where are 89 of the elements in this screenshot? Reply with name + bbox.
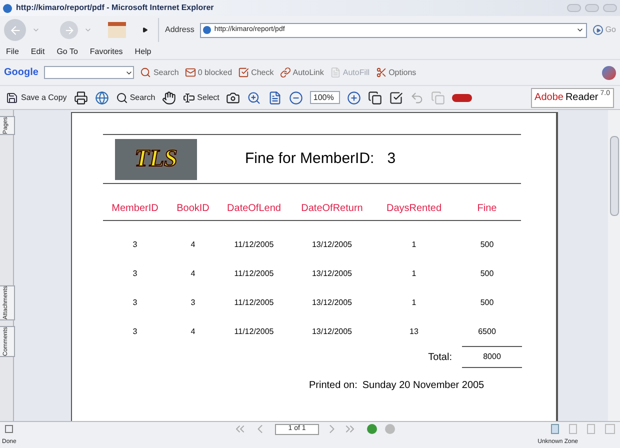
column-header: MemberID [110,202,160,216]
google-toolbar-button[interactable]: Search [140,66,179,78]
table-cell-text: 13/12/2005 [310,296,354,308]
browser-icon [3,4,12,12]
table-cell-text: 1 [410,268,418,280]
continuous-icon[interactable] [569,424,577,434]
column-header: DateOfReturn [300,202,364,216]
fit-page-icon[interactable] [268,90,282,104]
table-cell-text: 13 [408,326,420,338]
google-toolbar-button[interactable]: AutoLink [280,66,324,78]
menu-item[interactable]: File [6,46,19,58]
tls-logo: TLS [115,138,197,180]
toolbar-icon [280,67,291,78]
zoom-in-icon[interactable] [247,90,262,104]
undo-icon[interactable] [410,90,424,104]
camera-icon[interactable] [226,90,240,104]
calendar-icon[interactable] [108,22,126,38]
table-cell-text: 1 [410,296,418,308]
menu-item[interactable]: Go To [56,46,78,58]
back-button[interactable] [4,19,26,41]
window-title: http://kimaro/report/pdf - Microsoft Internet Explorer [16,2,214,14]
toolbar-icon [184,67,196,78]
table-cell-text: 11/12/2005 [233,326,275,338]
go-arrow-icon [596,28,601,32]
facing-icon[interactable] [587,424,595,434]
zoom-field[interactable]: 100% [310,91,340,104]
table-cell-text: 3 [190,296,196,308]
printed-date: Sunday 20 November 2005 [362,379,484,393]
more-arrow-icon[interactable] [142,27,148,33]
google-toolbar-button[interactable]: Check [238,66,274,78]
menu-item[interactable]: Favorites [90,46,123,58]
minimize-button[interactable] [567,4,581,12]
panel-toggle-icon[interactable] [5,425,13,433]
forward-button[interactable] [60,21,78,39]
table-cell-text: 13/12/2005 [310,238,354,250]
save-copy-button[interactable]: Save a Copy [6,92,67,104]
google-search-field[interactable] [44,66,134,79]
maximize-button[interactable] [585,4,599,12]
toolbar-icon [140,67,152,78]
menu-item[interactable]: Edit [30,46,45,58]
total-value: 8000 [462,346,522,368]
toolbar-icon [330,67,341,78]
continuous-facing-icon[interactable] [605,424,615,434]
address-label: Address [165,24,194,36]
table-cell-text: 13/12/2005 [310,268,354,280]
table-cell-text: 3 [132,296,138,308]
single-page-icon[interactable] [551,424,559,434]
forward-arrow-icon [64,24,74,36]
table-cell-text: 3 [132,238,138,250]
table-cell-text: 4 [190,268,196,280]
table-cell-text: 4 [190,326,196,338]
check-icon[interactable] [389,90,404,104]
table-cell-text: 1 [410,238,418,250]
report-title: Fine for MemberID: [245,148,374,169]
table-cell-text: 3 [132,326,138,338]
column-header: BookID [176,202,210,216]
google-toolbar-button[interactable]: Options [376,66,416,78]
search-button[interactable]: Search [116,92,156,104]
column-header: Fine [476,202,498,216]
table-cell-text: 500 [479,268,495,280]
zoom-in-icon[interactable] [347,90,362,104]
table-cell-text: 500 [479,296,495,308]
table-cell-text: 4 [190,238,196,250]
toolbar-icon [238,67,250,78]
google-toolbar-button[interactable]: 0 blocked [184,66,232,78]
column-header: DaysRented [385,202,443,216]
table-cell-text: 11/12/2005 [233,238,275,250]
menu-item[interactable]: Help [134,46,152,58]
text-cursor-icon [183,92,196,104]
table-cell-text: 3 [132,268,138,280]
select-button[interactable]: Select [183,92,220,104]
close-button[interactable] [603,4,617,12]
table-cell-text: 500 [479,238,495,250]
copy-icon[interactable] [431,90,446,104]
total-label: Total: [428,350,452,364]
printed-label: Printed on: [309,379,358,393]
table-cell-text: 11/12/2005 [233,296,275,308]
table-cell-text: 11/12/2005 [233,268,275,280]
column-header: DateOfLend [226,202,282,216]
zoom-out-icon[interactable] [289,90,304,104]
search-icon [116,92,128,104]
google-logo[interactable]: Google [4,65,38,80]
hand-icon[interactable] [162,90,176,104]
table-cell-text: 13/12/2005 [310,326,354,338]
toolbar-icon [376,67,387,78]
member-id-value: 3 [387,148,396,169]
print-icon[interactable] [74,90,88,104]
back-arrow-icon [8,24,22,36]
table-cell-text: 6500 [477,326,497,338]
